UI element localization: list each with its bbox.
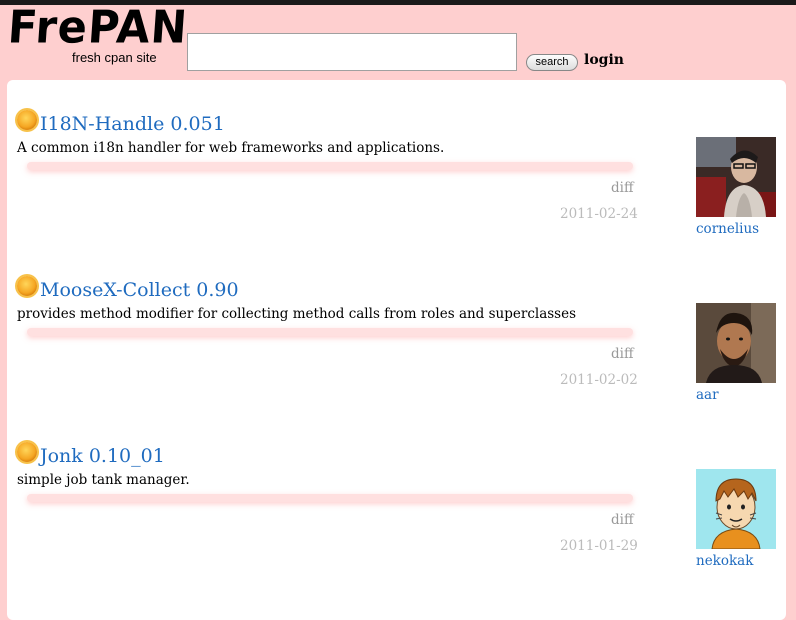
avatar-photo [696, 303, 776, 383]
author-avatar[interactable] [696, 469, 776, 549]
package-description: simple job tank manager. [17, 472, 190, 488]
sun-icon [17, 276, 37, 296]
package-title-link[interactable]: MooseX-Collect 0.90 [40, 279, 239, 301]
site-logo[interactable]: FrePAN [6, 2, 189, 55]
author-avatar[interactable] [696, 303, 776, 383]
package-description: A common i18n handler for web frameworks… [17, 140, 445, 156]
release-entry: I18N-Handle 0.051 A common i18n handler … [7, 80, 786, 240]
sun-icon [17, 110, 37, 130]
release-entry: Jonk 0.10_01 simple job tank manager. di… [7, 412, 786, 572]
package-description: provides method modifier for collecting … [17, 306, 577, 322]
login-link[interactable]: login [584, 52, 624, 68]
package-title-link[interactable]: I18N-Handle 0.051 [40, 113, 225, 135]
release-entry: MooseX-Collect 0.90 provides method modi… [7, 246, 786, 406]
release-date: 2011-02-02 [560, 372, 638, 388]
author-avatar[interactable] [696, 137, 776, 217]
entry-divider [27, 328, 633, 336]
avatar-photo [696, 137, 776, 217]
search-input[interactable] [187, 33, 517, 71]
release-date: 2011-01-29 [560, 538, 638, 554]
avatar-cartoon [696, 469, 776, 549]
author-link[interactable]: cornelius [696, 221, 759, 237]
entry-divider [27, 162, 633, 170]
release-list: I18N-Handle 0.051 A common i18n handler … [7, 80, 786, 620]
site-tagline: fresh cpan site [72, 50, 157, 65]
entry-divider [27, 494, 633, 502]
author-link[interactable]: nekokak [696, 553, 753, 569]
package-title-link[interactable]: Jonk 0.10_01 [40, 445, 165, 467]
release-date: 2011-02-24 [560, 206, 638, 222]
sun-icon [17, 442, 37, 462]
diff-link[interactable]: diff [611, 180, 634, 196]
diff-link[interactable]: diff [611, 346, 634, 362]
search-button[interactable]: search [526, 54, 578, 71]
diff-link[interactable]: diff [611, 512, 634, 528]
author-link[interactable]: aar [696, 387, 719, 403]
